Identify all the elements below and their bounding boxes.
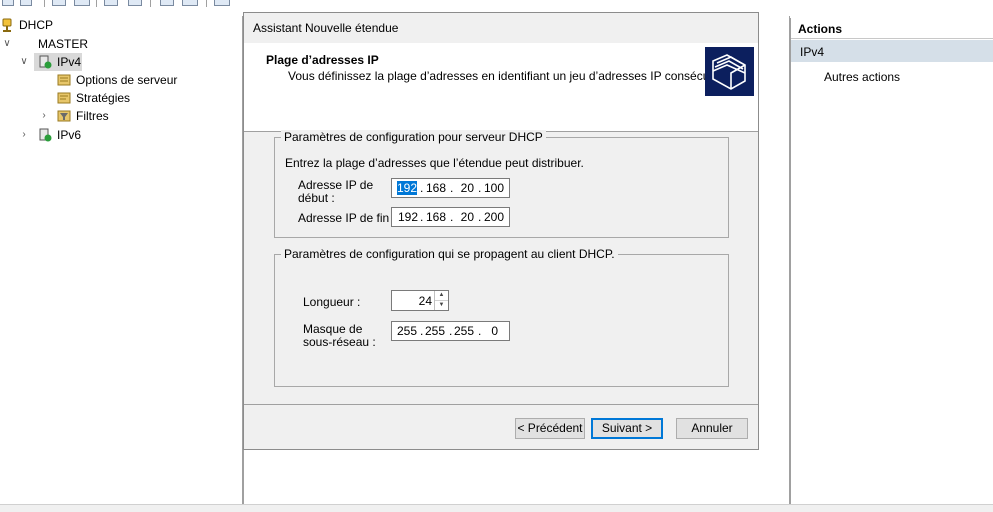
tree-item-label: DHCP [19, 18, 54, 32]
client-config-group: Paramètres de configuration qui se propa… [274, 247, 729, 387]
help-icon[interactable] [160, 0, 174, 6]
chevron-down-icon[interactable]: ∨ [1, 35, 13, 53]
chevron-right-icon[interactable]: › [18, 126, 30, 144]
tree-item-label: IPv6 [57, 128, 82, 142]
ip-dot: . [420, 181, 424, 195]
decrement-icon[interactable]: ▼ [435, 301, 448, 310]
actions-section-label: IPv4 [800, 45, 825, 59]
end-ip-field[interactable]: 192 . 168 . 20 . 200 [391, 207, 510, 227]
new-scope-wizard-dialog: Assistant Nouvelle étendue Plage d’adres… [243, 12, 759, 450]
start-ip-field[interactable]: 192 . 168 . 20 . 100 [391, 178, 510, 198]
ip-octet[interactable]: 20 [452, 210, 474, 224]
tree-item-label: IPv4 [57, 55, 82, 69]
toolbar-separator [150, 0, 151, 7]
ip-octet[interactable]: 20 [452, 181, 474, 195]
dialog-title: Assistant Nouvelle étendue [253, 21, 399, 35]
tree-item-label: Stratégies [76, 91, 131, 105]
mask-label-line1: Masque de [303, 322, 363, 336]
ip-octet[interactable]: 200 [482, 210, 504, 224]
toolbar-separator [44, 0, 45, 7]
folders-icon [705, 47, 754, 96]
ip-octet[interactable]: 100 [482, 181, 504, 195]
toolbar [0, 0, 993, 9]
ip-dot: . [420, 210, 424, 224]
ip-dot: . [478, 210, 482, 224]
page-title: Plage d’adresses IP [266, 53, 379, 67]
increment-icon[interactable]: ▲ [435, 291, 448, 301]
filters-icon [57, 110, 71, 122]
chevron-down-icon[interactable]: ∨ [18, 53, 30, 71]
more-actions-label: Autres actions [824, 70, 901, 84]
show-tree-icon[interactable] [74, 0, 90, 6]
actions-header: Actions [791, 18, 993, 39]
toolbar-separator [206, 0, 207, 7]
wizard-header: Plage d’adresses IP Vous définissez la p… [244, 43, 758, 132]
next-button[interactable]: Suivant > [591, 418, 663, 439]
dhcp-server-icon [2, 18, 12, 32]
chevron-right-icon[interactable]: › [38, 107, 50, 125]
stepper-buttons: ▲ ▼ [434, 291, 448, 310]
server-config-group: Paramètres de configuration pour serveur… [274, 130, 729, 238]
start-ip-label-line2: début : [298, 191, 335, 205]
ip-octet[interactable]: 255 [395, 324, 417, 338]
group-legend: Paramètres de configuration pour serveur… [281, 130, 546, 144]
page-description: Vous définissez la plage d’adresses en i… [288, 69, 738, 83]
more-actions-link[interactable]: Autres actions [824, 70, 900, 84]
start-ip-label-line1: Adresse IP de [298, 178, 374, 192]
back-button[interactable]: < Précédent [515, 418, 585, 439]
computer-icon[interactable] [214, 0, 230, 6]
cancel-button[interactable]: Annuler [676, 418, 748, 439]
ip-dot: . [478, 181, 482, 195]
actions-section-ipv4[interactable]: IPv4 [791, 40, 993, 62]
view-icon[interactable] [182, 0, 198, 6]
tree-item-label: Options de serveur [76, 73, 178, 87]
tree-item-master[interactable]: ∨ MASTER [0, 35, 240, 53]
forward-arrow-icon[interactable] [20, 0, 32, 6]
tree-item-label: MASTER [38, 37, 89, 51]
console-tree: DHCP ∨ MASTER ∨ IPv4 Options de serveur … [0, 16, 243, 504]
end-ip-label: Adresse IP de fin : [298, 211, 396, 225]
group-legend: Paramètres de configuration qui se propa… [281, 247, 618, 261]
tree-item-ipv4[interactable]: ∨ IPv4 [0, 53, 240, 71]
length-value: 24 [418, 294, 432, 308]
ip-octet[interactable]: 192 [396, 210, 418, 224]
tree-item-policies[interactable]: Stratégies [0, 89, 240, 107]
ip-octet[interactable]: 255 [423, 324, 445, 338]
tree-item-label: Filtres [76, 109, 109, 123]
range-instruction: Entrez la plage d’adresses que l’étendue… [285, 156, 584, 170]
refresh-icon[interactable] [128, 0, 142, 6]
ip-octet[interactable]: 0 [476, 324, 498, 338]
tree-item-ipv6[interactable]: › IPv6 [0, 126, 240, 144]
actions-title: Actions [798, 22, 843, 36]
tree-item-server-options[interactable]: Options de serveur [0, 71, 240, 89]
button-separator [244, 404, 758, 405]
length-stepper[interactable]: 24 ▲ ▼ [391, 290, 449, 311]
length-label: Longueur : [303, 295, 361, 309]
ip-octet[interactable]: 192 [397, 181, 417, 195]
policies-icon [57, 92, 71, 104]
properties-icon[interactable] [104, 0, 118, 6]
ipv4-icon [39, 55, 52, 69]
ip-octet[interactable]: 255 [452, 324, 474, 338]
subnet-mask-field[interactable]: 255 . 255 . 255 . 0 [391, 321, 510, 341]
ipv6-icon [39, 128, 52, 142]
back-arrow-icon[interactable] [2, 0, 14, 6]
toolbar-separator [96, 0, 97, 7]
tree-item-dhcp[interactable]: DHCP [0, 16, 240, 34]
server-options-icon [57, 74, 71, 86]
actions-pane: Actions IPv4 Autres actions [790, 18, 993, 504]
ip-octet[interactable]: 168 [424, 181, 446, 195]
mask-label-line2: sous-réseau : [303, 335, 376, 349]
ip-octet[interactable]: 168 [424, 210, 446, 224]
tree-item-filters[interactable]: › Filtres [0, 107, 240, 125]
up-folder-icon[interactable] [52, 0, 66, 6]
